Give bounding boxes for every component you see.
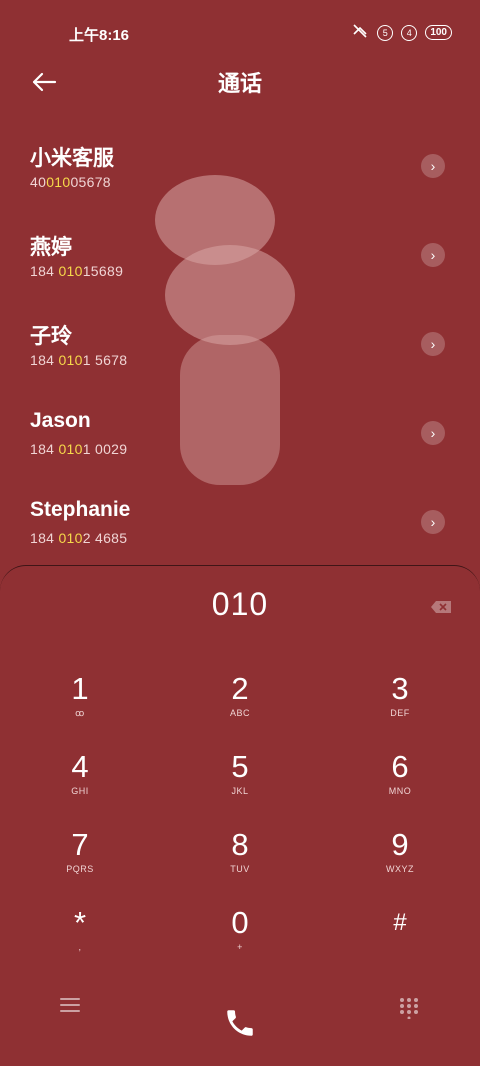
key-4[interactable]: 4 GHI (20, 749, 140, 819)
contact-detail-button[interactable]: › (421, 243, 445, 267)
contact-detail-button[interactable]: › (421, 510, 445, 534)
chevron-right-icon: › (430, 158, 436, 174)
dialpad-icon (400, 998, 418, 1020)
contact-item[interactable]: 子玲 184 0101 5678 › (0, 308, 480, 388)
backspace-icon (431, 601, 451, 613)
page-title: 通话 (217, 71, 262, 96)
key-6[interactable]: 6 MNO (340, 749, 460, 819)
contact-detail-button[interactable]: › (421, 421, 445, 445)
key-1[interactable]: 1 ꝏ (20, 671, 140, 741)
contact-name: Jason (30, 409, 91, 432)
key-2[interactable]: 2 ABC (180, 671, 300, 741)
key-hash[interactable]: # (340, 905, 460, 975)
backspace-button[interactable] (431, 600, 451, 613)
contact-item[interactable]: Jason 184 0101 0029 › (0, 397, 480, 477)
sim2-signal-icon: 4 (401, 24, 418, 41)
contact-number: 184 0101 0029 (30, 441, 128, 457)
contact-number: 184 01015689 (30, 263, 124, 279)
bottom-action-bar (0, 985, 480, 1055)
mute-icon (351, 24, 369, 41)
chevron-right-icon: › (430, 514, 436, 530)
status-bar: 上午8:16 5 4 100 (0, 0, 480, 66)
contact-detail-button[interactable]: › (421, 332, 445, 356)
contact-number: 4001005678 (30, 174, 111, 190)
key-3[interactable]: 3 DEF (340, 671, 460, 741)
menu-icon (60, 998, 80, 1012)
contact-name: 燕婷 (30, 236, 72, 259)
dialed-number: 010 (211, 586, 269, 622)
contact-item[interactable]: 小米客服 4001005678 › (0, 130, 480, 210)
menu-button[interactable] (58, 995, 82, 1015)
call-button[interactable] (220, 1003, 260, 1043)
voicemail-icon: ꝏ (75, 708, 85, 718)
phone-icon (227, 1010, 253, 1036)
key-8[interactable]: 8 TUV (180, 827, 300, 897)
chevron-right-icon: › (430, 425, 436, 441)
contact-name: 小米客服 (30, 147, 114, 170)
key-9[interactable]: 9 WXYZ (340, 827, 460, 897)
chevron-right-icon: › (430, 336, 436, 352)
battery-icon: 100 (425, 25, 452, 40)
sim1-signal-icon: 5 (377, 24, 394, 41)
key-star[interactable]: * , (20, 905, 140, 975)
key-5[interactable]: 5 JKL (180, 749, 300, 819)
status-icons: 5 4 100 (351, 24, 452, 41)
contact-name: 子玲 (30, 325, 72, 348)
dialpad-toggle-button[interactable] (398, 997, 420, 1020)
contact-detail-button[interactable]: › (421, 154, 445, 178)
key-0[interactable]: 0 + (180, 905, 300, 975)
contact-item[interactable]: Stephanie 184 0102 4685 › (0, 486, 480, 566)
key-7[interactable]: 7 PQRS (20, 827, 140, 897)
contact-item[interactable]: 燕婷 184 01015689 › (0, 219, 480, 299)
contact-name: Stephanie (30, 498, 131, 521)
app-bar: 通话 (0, 58, 480, 104)
chevron-right-icon: › (430, 247, 436, 263)
contact-number: 184 0102 4685 (30, 530, 128, 546)
status-time: 上午8:16 (69, 27, 130, 44)
contact-number: 184 0101 5678 (30, 352, 128, 368)
